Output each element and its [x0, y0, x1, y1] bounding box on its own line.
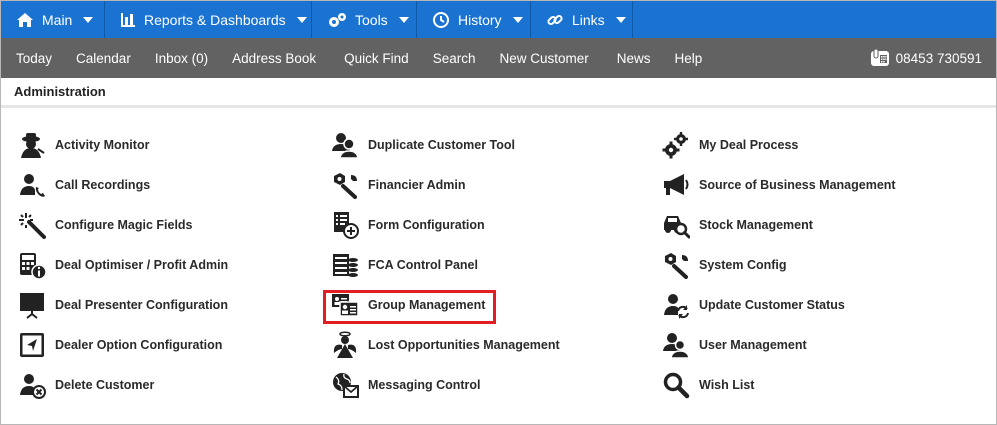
subnav-search[interactable]: Search	[421, 51, 488, 66]
admin-link-financier-admin[interactable]: Financier Admin	[330, 165, 465, 205]
nav-tools-label: Tools	[355, 11, 388, 28]
admin-link-label: Deal Presenter Configuration	[55, 298, 228, 312]
chevron-down-icon	[296, 16, 307, 23]
user-refresh-icon	[661, 290, 691, 320]
admin-link-group-management[interactable]: Group Management	[330, 285, 485, 325]
admin-link-label: Financier Admin	[368, 178, 466, 192]
telephone-icon	[870, 48, 889, 66]
admin-link-configure-magic-fields[interactable]: Configure Magic Fields	[17, 205, 193, 245]
admin-link-label: My Deal Process	[699, 138, 799, 152]
admin-link-label: Form Configuration	[368, 218, 485, 232]
admin-link-label: Configure Magic Fields	[55, 218, 193, 232]
nav-reports-label: Reports & Dashboards	[144, 11, 286, 28]
admin-link-deal-presenter-config[interactable]: Deal Presenter Configuration	[17, 285, 228, 325]
admin-link-my-deal-process[interactable]: My Deal Process	[661, 125, 798, 165]
subnav-address-book[interactable]: Address Book	[220, 51, 328, 66]
home-icon	[17, 12, 33, 27]
admin-link-deal-optimiser[interactable]: Deal Optimiser / Profit Admin	[17, 245, 228, 285]
admin-link-label: System Config	[699, 258, 787, 272]
angel-icon	[330, 330, 360, 360]
admin-link-dealer-option-config[interactable]: Dealer Option Configuration	[17, 325, 222, 365]
users-icon	[661, 330, 691, 360]
admin-link-source-of-business[interactable]: Source of Business Management	[661, 165, 896, 205]
subnav-today[interactable]: Today	[1, 51, 64, 66]
gears-icon	[661, 130, 691, 160]
subnav-new-customer[interactable]: New Customer	[487, 51, 600, 66]
admin-link-label: User Management	[699, 338, 807, 352]
admin-link-activity-monitor[interactable]: Activity Monitor	[17, 125, 149, 165]
system-wrench-icon	[661, 250, 691, 280]
admin-link-label: Source of Business Management	[699, 178, 896, 192]
phone-number: 08453 730591	[895, 50, 982, 66]
control-panel-icon	[330, 250, 360, 280]
admin-link-label: Group Management	[368, 298, 486, 312]
admin-link-label: Stock Management	[699, 218, 813, 232]
chevron-down-icon	[512, 16, 523, 23]
magnifier-icon	[661, 370, 691, 400]
car-search-icon	[661, 210, 691, 240]
nav-reports-dashboards[interactable]: Reports & Dashboards	[105, 1, 312, 38]
nav-history[interactable]: History	[417, 1, 531, 38]
presentation-board-icon	[17, 290, 47, 320]
admin-link-update-customer-status[interactable]: Update Customer Status	[661, 285, 845, 325]
admin-link-label: Delete Customer	[55, 378, 155, 392]
admin-link-fca-control-panel[interactable]: FCA Control Panel	[330, 245, 478, 285]
admin-link-delete-customer[interactable]: Delete Customer	[17, 365, 154, 405]
nav-links[interactable]: Links	[531, 1, 633, 38]
admin-link-label: Lost Opportunities Management	[368, 338, 560, 352]
id-cards-icon	[330, 290, 360, 320]
admin-link-label: Duplicate Customer Tool	[368, 138, 516, 152]
section-title: Administration	[14, 84, 106, 99]
sub-nav: Today Calendar Inbox (0) Address Book Qu…	[1, 38, 996, 78]
form-add-icon	[330, 210, 360, 240]
admin-link-wish-list[interactable]: Wish List	[661, 365, 754, 405]
nav-tools[interactable]: Tools	[312, 1, 417, 38]
magic-wand-icon	[17, 210, 47, 240]
bar-chart-icon	[121, 12, 135, 27]
admin-link-system-config[interactable]: System Config	[661, 245, 787, 285]
nav-history-label: History	[458, 11, 502, 28]
admin-link-duplicate-customer-tool[interactable]: Duplicate Customer Tool	[330, 125, 515, 165]
users-duplicate-icon	[330, 130, 360, 160]
dealer-option-icon	[17, 330, 47, 360]
nav-main[interactable]: Main	[1, 1, 105, 38]
user-delete-icon	[17, 370, 47, 400]
chevron-down-icon	[615, 16, 626, 23]
phone-contact: 08453 730591	[870, 38, 982, 78]
admin-link-label: Deal Optimiser / Profit Admin	[55, 258, 229, 272]
admin-link-lost-opportunities[interactable]: Lost Opportunities Management	[330, 325, 560, 365]
user-wrench-icon	[330, 170, 360, 200]
user-phone-icon	[17, 170, 47, 200]
link-icon	[547, 14, 563, 25]
subnav-news[interactable]: News	[601, 51, 663, 66]
admin-link-call-recordings[interactable]: Call Recordings	[17, 165, 150, 205]
admin-link-label: Update Customer Status	[699, 298, 845, 312]
subnav-calendar[interactable]: Calendar	[64, 51, 143, 66]
admin-link-stock-management[interactable]: Stock Management	[661, 205, 813, 245]
subnav-quick-find[interactable]: Quick Find	[328, 51, 421, 66]
admin-link-label: Activity Monitor	[55, 138, 150, 152]
nav-main-label: Main	[42, 11, 73, 28]
admin-link-label: Call Recordings	[55, 178, 151, 192]
gears-icon	[329, 12, 346, 27]
subnav-inbox[interactable]: Inbox (0)	[143, 51, 220, 66]
admin-link-messaging-control[interactable]: Messaging Control	[330, 365, 481, 405]
history-icon	[433, 11, 449, 28]
globe-mail-icon	[330, 370, 360, 400]
admin-link-label: Dealer Option Configuration	[55, 338, 223, 352]
admin-link-label: FCA Control Panel	[368, 258, 478, 272]
admin-link-label: Wish List	[699, 378, 755, 392]
admin-link-form-configuration[interactable]: Form Configuration	[330, 205, 485, 245]
subnav-help[interactable]: Help	[663, 51, 715, 66]
calculator-info-icon	[17, 250, 47, 280]
chevron-down-icon	[398, 16, 409, 23]
nav-links-label: Links	[572, 11, 605, 28]
megaphone-icon	[661, 170, 691, 200]
page-title: Administration	[1, 78, 996, 108]
top-nav: Main Reports & Dashboards Tools History …	[1, 1, 996, 38]
admin-link-user-management[interactable]: User Management	[661, 325, 807, 365]
detective-icon	[17, 130, 47, 160]
chevron-down-icon	[83, 16, 94, 23]
admin-link-label: Messaging Control	[368, 378, 481, 392]
